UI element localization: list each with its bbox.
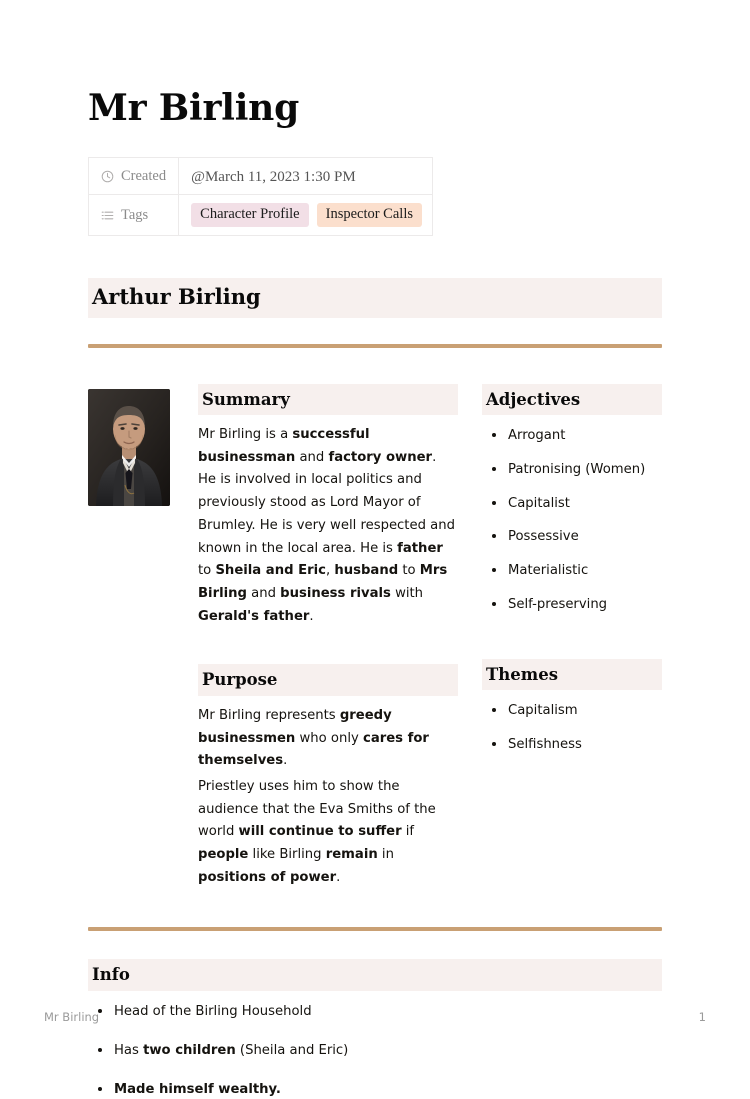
section-heading-arthur-birling: Arthur Birling (88, 278, 662, 317)
portrait-image (88, 389, 170, 506)
list-item: Materialistic (482, 561, 662, 581)
page-footer: Mr Birling 1 (44, 1010, 706, 1024)
footer-document-name: Mr Birling (44, 1010, 99, 1024)
two-column-body: Summary Mr Birling is a successful busin… (88, 384, 662, 890)
summary-paragraph: Mr Birling is a successful businessman a… (198, 424, 458, 628)
list-item: Self-preserving (482, 595, 662, 615)
list-icon (101, 209, 114, 222)
divider-top (88, 344, 662, 348)
metadata-label-tags: Tags (121, 207, 148, 224)
metadata-label-created: Created (121, 168, 166, 185)
left-text-column: Summary Mr Birling is a successful busin… (170, 384, 458, 890)
metadata-label-cell-created: Created (89, 158, 179, 195)
metadata-table: Created @March 11, 2023 1:30 PM (88, 157, 433, 236)
list-item: Arrogant (482, 426, 662, 446)
metadata-row-created: Created @March 11, 2023 1:30 PM (89, 158, 433, 195)
list-item: Capitalist (482, 494, 662, 514)
themes-block: Themes Capitalism Selfishness (482, 659, 662, 755)
list-item: Possessive (482, 527, 662, 547)
document-page: Mr Birling Created (0, 0, 750, 1061)
subheading-themes: Themes (482, 659, 662, 690)
adjectives-block: Adjectives Arrogant Patronising (Women) Ca… (482, 384, 662, 615)
left-column: Summary Mr Birling is a successful busin… (88, 384, 458, 890)
adjectives-list: Arrogant Patronising (Women) Capitalist Pos… (482, 426, 662, 615)
metadata-value-cell-created: @March 11, 2023 1:30 PM (179, 158, 433, 195)
list-item: Patronising (Women) (482, 460, 662, 480)
created-date-value: @March 11, 2023 1:30 PM (191, 169, 356, 185)
list-item: Capitalism (482, 701, 662, 721)
info-section: Info Head of the Birling HouseholdHas tw… (88, 959, 662, 1099)
footer-page-number: 1 (699, 1010, 706, 1024)
subheading-purpose: Purpose (198, 664, 458, 695)
list-item: Made himself wealthy. (88, 1080, 662, 1099)
metadata-label-cell-tags: Tags (89, 195, 179, 236)
themes-list: Capitalism Selfishness (482, 701, 662, 755)
metadata-value-cell-tags: Character Profile Inspector Calls (179, 195, 433, 236)
purpose-paragraph-1: Mr Birling represents greedy businessmen… (198, 705, 458, 773)
tag-character-profile[interactable]: Character Profile (191, 203, 308, 227)
divider-bottom (88, 927, 662, 931)
tag-list: Character Profile Inspector Calls (191, 203, 422, 227)
metadata-row-tags: Tags Character Profile Inspector Calls (89, 195, 433, 236)
purpose-paragraph-2: Priestley uses him to show the audience … (198, 776, 458, 890)
right-column: Adjectives Arrogant Patronising (Women) Ca… (458, 384, 662, 755)
page-title: Mr Birling (88, 0, 662, 129)
subheading-summary: Summary (198, 384, 458, 415)
tag-inspector-calls[interactable]: Inspector Calls (317, 203, 422, 227)
subheading-info: Info (88, 959, 662, 990)
clock-icon (101, 170, 114, 183)
subheading-adjectives: Adjectives (482, 384, 662, 415)
list-item: Has two children (Sheila and Eric) (88, 1041, 662, 1061)
list-item: Selfishness (482, 735, 662, 755)
